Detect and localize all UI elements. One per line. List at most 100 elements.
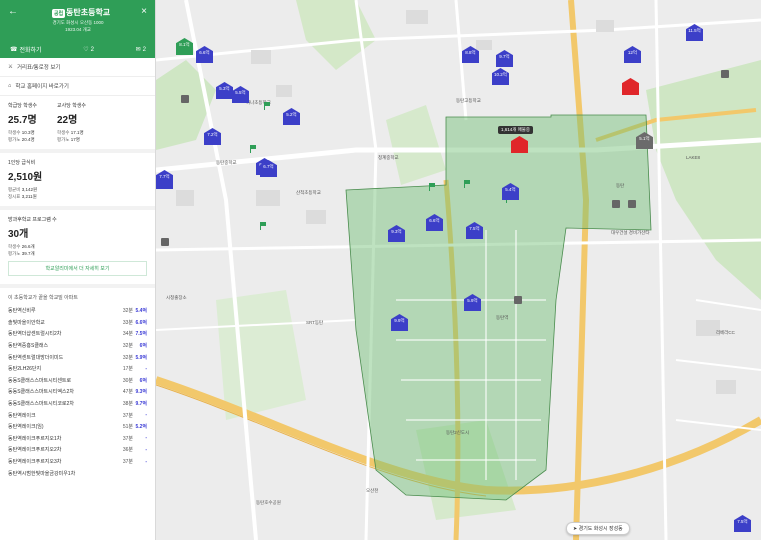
- map-label: 동탄: [616, 183, 625, 188]
- close-icon[interactable]: ×: [141, 6, 147, 17]
- header-actions: ☎ 전화하기 ♡ 2 ✉ 2: [0, 45, 155, 55]
- academy-list-item[interactable]: 동탄2LH26단지 17분 -: [8, 363, 147, 375]
- like-count: 2: [90, 46, 94, 53]
- academy-name: 동탄2LH26단지: [8, 366, 42, 373]
- academy-name: 동탄역레이크: [8, 412, 36, 419]
- academy-list-item[interactable]: 동동S클래스스마트시티엑스2차 47분 9.3억: [8, 386, 147, 398]
- academy-name: 동탄역더샵센트럴시티2차: [8, 331, 62, 338]
- academy-list-item[interactable]: 동동S클래스스마트시티코로2차 38분 9.7억: [8, 398, 147, 410]
- academy-distance: 38분: [122, 401, 133, 408]
- school-flag-icon[interactable]: [464, 180, 470, 188]
- school-founded: 1923.04 개교: [65, 27, 91, 32]
- after-school-section: 방과후학교 프로그램 수 30개 학생수 26.6개 평가노 39.7개 학교알…: [0, 210, 155, 288]
- academy-price: -: [145, 365, 147, 372]
- academy-list-item[interactable]: 솔빛마을이안학교 33분 6.6억: [8, 317, 147, 329]
- school-flag-icon[interactable]: [264, 102, 270, 110]
- school-flag-icon[interactable]: [429, 183, 435, 191]
- heart-icon: ♡: [83, 47, 89, 53]
- building-icon[interactable]: [181, 95, 189, 103]
- directions-label: 거리표/통로정 보기: [16, 65, 61, 71]
- academy-distance: 32분: [122, 308, 133, 315]
- call-button[interactable]: ☎ 전화하기: [10, 45, 42, 54]
- map-label: 동탄중학교: [216, 160, 237, 165]
- academy-name: 동탄역센트럴대방더이미드: [8, 354, 64, 361]
- school-detail-panel: ← 공립 동탄초등학교 × 경기도 화성시 오산동 1000 1923.04 개…: [0, 0, 156, 540]
- building-icon[interactable]: [514, 296, 522, 304]
- school-flag-icon[interactable]: [260, 222, 266, 230]
- academy-name: 동동S클래스스마트시티엑스2차: [8, 389, 74, 396]
- academy-price: 9.7억: [135, 401, 147, 408]
- academy-price: -: [145, 412, 147, 419]
- map-label: SRT동탄: [306, 320, 324, 325]
- map-label: 대우건설 경비가산타: [611, 230, 650, 235]
- map-label: 동탄고등학교: [456, 98, 481, 103]
- school-address: 경기도 화성시 오산동 1000: [52, 20, 104, 25]
- academy-list-item[interactable]: 동탄역레이크푸르지오2차 36분 -: [8, 444, 147, 456]
- academy-name: 동탄역레이크푸르지오2차: [8, 447, 62, 454]
- academy-distance: 32분: [122, 354, 133, 361]
- building-icon[interactable]: [161, 238, 169, 246]
- map-view[interactable]: 하나초등학교 동탄고등학교 동탄중학교 청계중학교 산척초등학교 시청출장소 동…: [156, 0, 761, 540]
- map-label: 동탄호수공원: [256, 500, 281, 505]
- academy-list-item[interactable]: 동탄역시범한빛마을금강미우1차: [8, 467, 147, 479]
- academy-name: 동탄역레이크푸르지오3차: [8, 459, 62, 466]
- school-title: 동탄초등학교: [66, 8, 111, 17]
- search-area-label: 경기도 화성시 장성동: [578, 526, 623, 532]
- building-icon[interactable]: [628, 200, 636, 208]
- academy-name: 동탄역신비루: [8, 308, 36, 315]
- academy-price: 9.3억: [135, 389, 147, 396]
- students-per-teacher: 교사당 학생수 22명 학생수 17.1명 평가노 17명: [57, 103, 86, 142]
- academy-distance: 30분: [122, 377, 133, 384]
- academy-list-item[interactable]: 동탄역레이크푸르지오3차 37분 -: [8, 456, 147, 468]
- academy-list-item[interactable]: 동탄역중흥S클래스 32분 6억: [8, 340, 147, 352]
- phone-icon: ☎: [10, 47, 18, 53]
- map-label: 동탄역: [496, 315, 509, 320]
- map-label: 시청출장소: [166, 295, 187, 300]
- more-info-link[interactable]: 학교알리미에서 더 자세히 보기: [8, 261, 147, 276]
- academy-distance: 37분: [122, 412, 133, 419]
- academy-distance: 37분: [122, 459, 133, 466]
- academy-distance: 51분: [122, 424, 133, 431]
- panel-header: ← 공립 동탄초등학교 × 경기도 화성시 오산동 1000 1923.04 개…: [0, 0, 155, 58]
- map-label: 동탄2신도시: [446, 430, 470, 435]
- academy-price: 5.2억: [135, 424, 147, 431]
- academy-distance: 36분: [122, 447, 133, 454]
- academy-list-item[interactable]: 동탄역센트럴대방더이미드 32분 5.9억: [8, 351, 147, 363]
- school-flag-icon[interactable]: [250, 145, 256, 153]
- academy-price: 6억: [139, 377, 147, 384]
- school-type-badge: 공립: [52, 9, 66, 18]
- academy-distance: 32분: [122, 343, 133, 350]
- academy-distance: 34분: [122, 331, 133, 338]
- academy-list-item[interactable]: 동탄역레이크(임) 51분 5.2억: [8, 421, 147, 433]
- academy-list-item[interactable]: 동탄역레이크 37분 -: [8, 409, 147, 421]
- academy-price: 6.6억: [135, 319, 147, 326]
- homepage-link[interactable]: ⌂ 학교 홈페이지 바로가기: [0, 77, 155, 96]
- academy-list-item[interactable]: 동탄역신비루 32분 5.4억: [8, 305, 147, 317]
- academy-name: 동탄역시범한빛마을금강미우1차: [8, 470, 76, 477]
- academy-price: 6억: [139, 343, 147, 350]
- comment-count: 2: [142, 46, 146, 53]
- call-label: 전화하기: [19, 48, 42, 54]
- academy-list-item[interactable]: 동탄역더샵센트럴시티2차 34분 7.5억: [8, 328, 147, 340]
- academy-list-title: 이 초등학교가 끝을 학교밀 아파트: [8, 295, 78, 301]
- building-icon[interactable]: [721, 70, 729, 78]
- map-label: LAKE8: [686, 155, 701, 160]
- map-label: 리베라CC: [716, 330, 735, 335]
- comment-button[interactable]: ✉ 2: [136, 45, 146, 54]
- back-arrow-icon[interactable]: ←: [8, 6, 18, 17]
- cluster-info-card[interactable]: 1,614개 매물중: [498, 126, 534, 134]
- meal-cost-section: 1인당 급식비 2,510원 평균비 3,142원 정시표 3,211원: [0, 153, 155, 210]
- homepage-label: 학교 홈페이지 바로가기: [15, 84, 69, 90]
- students-per-class: 학급당 학생수 25.7명 학생수 10.3명 평가노 20.4명: [8, 103, 37, 142]
- building-icon[interactable]: [612, 200, 620, 208]
- search-area-button[interactable]: ➤ 경기도 화성시 장성동: [566, 522, 630, 535]
- academy-name: 동탄역중흥S클래스: [8, 343, 49, 350]
- academy-list-item[interactable]: 동탄역레이크푸르지오1차 37분 -: [8, 433, 147, 445]
- academy-list-item[interactable]: 동동S클래스스마트시티센트로 30분 6억: [8, 375, 147, 387]
- academy-name: 동동S클래스스마트시티코로2차: [8, 401, 74, 408]
- academy-distance: 47분: [122, 389, 133, 396]
- directions-link[interactable]: ⚔ 거리표/통로정 보기: [0, 58, 155, 77]
- academy-price: -: [145, 446, 147, 453]
- like-button[interactable]: ♡ 2: [83, 45, 94, 54]
- walk-icon: ⚔: [8, 64, 13, 70]
